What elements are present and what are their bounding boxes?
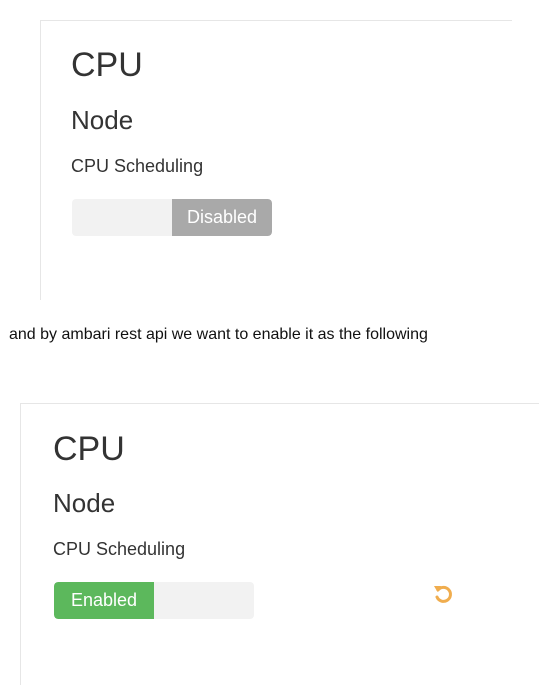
toggle-state-disabled: Disabled bbox=[172, 199, 272, 236]
cpu-scheduling-label: CPU Scheduling bbox=[71, 156, 204, 176]
panel-title: CPU bbox=[71, 46, 143, 84]
undo-icon[interactable] bbox=[432, 583, 454, 605]
cpu-config-panel-disabled: CPU Node CPU Scheduling Disabled bbox=[40, 20, 512, 300]
caption-text: and by ambari rest api we want to enable… bbox=[9, 326, 428, 343]
panel-title: CPU bbox=[53, 430, 125, 468]
cpu-scheduling-toggle[interactable]: Disabled bbox=[72, 199, 272, 236]
cpu-scheduling-label: CPU Scheduling bbox=[53, 539, 186, 559]
section-title: Node bbox=[71, 105, 134, 135]
toggle-state-enabled: Enabled bbox=[54, 582, 154, 619]
section-title: Node bbox=[53, 488, 116, 518]
cpu-scheduling-toggle[interactable]: Enabled bbox=[54, 582, 254, 619]
cpu-config-panel-enabled: CPU Node CPU Scheduling Enabled bbox=[20, 403, 539, 685]
